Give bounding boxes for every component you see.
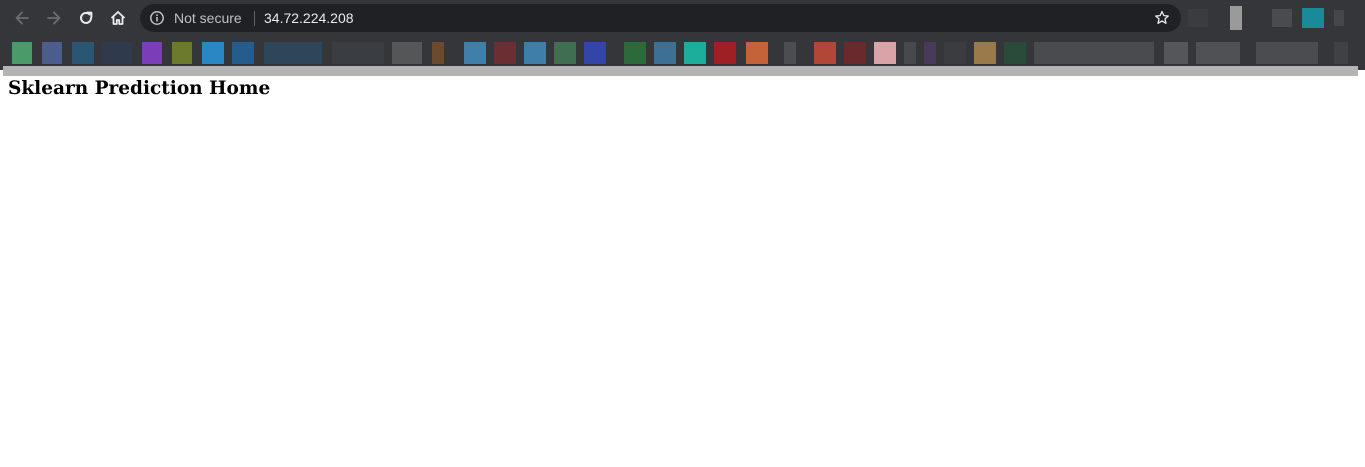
bookmark-item[interactable] <box>684 42 706 64</box>
browser-toolbar: Not secure 34.72.224.208 <box>0 0 1365 36</box>
bookmark-item[interactable] <box>784 42 796 64</box>
bookmark-item[interactable] <box>392 42 422 64</box>
bookmark-item[interactable] <box>944 42 966 64</box>
arrow-left-icon <box>13 9 31 27</box>
reload-icon <box>77 9 95 27</box>
forward-button[interactable] <box>42 6 66 30</box>
security-status-label[interactable]: Not secure <box>174 10 242 26</box>
arrow-right-icon <box>45 9 63 27</box>
reload-button[interactable] <box>74 6 98 30</box>
bookmark-item[interactable] <box>746 42 768 64</box>
bookmark-item[interactable] <box>904 42 916 64</box>
bookmark-item[interactable] <box>42 42 62 64</box>
bookmarks-bar <box>0 38 1365 68</box>
extension-icon[interactable] <box>1302 8 1324 28</box>
page-title: Sklearn Prediction Home <box>8 78 271 99</box>
home-button[interactable] <box>106 6 130 30</box>
bookmark-item[interactable] <box>844 42 866 64</box>
bookmark-item[interactable] <box>1164 42 1188 64</box>
bookmark-item[interactable] <box>584 42 606 64</box>
extension-icon[interactable] <box>1334 10 1344 26</box>
bookmark-item[interactable] <box>12 42 32 64</box>
bookmark-item[interactable] <box>654 42 676 64</box>
bookmark-item[interactable] <box>102 42 132 64</box>
bookmark-item[interactable] <box>72 42 94 64</box>
bookmark-item[interactable] <box>332 42 384 64</box>
bookmark-item[interactable] <box>1034 42 1154 64</box>
extension-icon[interactable] <box>1272 9 1292 27</box>
bookmark-item[interactable] <box>1004 42 1026 64</box>
bookmark-item[interactable] <box>814 42 836 64</box>
bookmark-item[interactable] <box>232 42 254 64</box>
bookmark-item[interactable] <box>624 42 646 64</box>
page-top-bar <box>3 66 1358 76</box>
bookmark-item[interactable] <box>974 42 996 64</box>
extension-icon[interactable] <box>1230 6 1242 30</box>
bookmark-item[interactable] <box>432 42 444 64</box>
bookmark-item[interactable] <box>714 42 736 64</box>
browser-chrome: Not secure 34.72.224.208 <box>0 0 1365 70</box>
extension-icon[interactable] <box>1188 9 1208 27</box>
bookmark-item[interactable] <box>924 42 936 64</box>
star-icon[interactable] <box>1153 9 1171 27</box>
info-icon[interactable] <box>149 10 165 26</box>
bookmark-item[interactable] <box>172 42 192 64</box>
bookmark-item[interactable] <box>1256 42 1318 64</box>
bookmark-item[interactable] <box>1334 42 1348 64</box>
page-content: Sklearn Prediction Home <box>8 78 1357 458</box>
bookmark-item[interactable] <box>1196 42 1240 64</box>
bookmark-item[interactable] <box>874 42 896 64</box>
home-icon <box>109 9 127 27</box>
bookmark-item[interactable] <box>554 42 576 64</box>
extensions-area[interactable] <box>1188 6 1358 30</box>
omnibox-divider <box>254 11 255 26</box>
address-bar[interactable]: Not secure 34.72.224.208 <box>140 4 1181 32</box>
bookmark-item[interactable] <box>464 42 486 64</box>
bookmark-item[interactable] <box>494 42 516 64</box>
bookmark-item[interactable] <box>524 42 546 64</box>
bookmark-item[interactable] <box>142 42 162 64</box>
back-button[interactable] <box>10 6 34 30</box>
url-text[interactable]: 34.72.224.208 <box>264 10 354 26</box>
bookmark-item[interactable] <box>264 42 322 64</box>
bookmark-item[interactable] <box>202 42 224 64</box>
